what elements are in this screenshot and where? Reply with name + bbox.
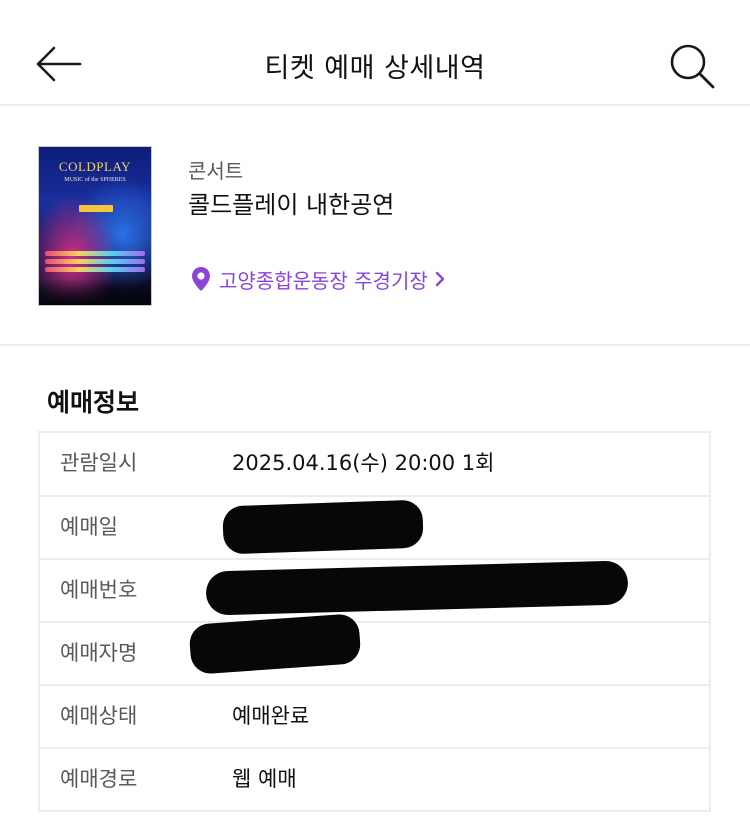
venue-name: 고양종합운동장 주경기장 bbox=[219, 268, 428, 293]
location-pin-icon bbox=[192, 267, 210, 291]
search-button[interactable] bbox=[666, 40, 718, 92]
redaction-mark bbox=[222, 499, 424, 555]
info-row-booker-name: 예매자명 bbox=[40, 613, 709, 684]
info-row-booking-status: 예매상태 예매완료 bbox=[40, 684, 709, 747]
venue-link[interactable]: 고양종합운동장 주경기장 bbox=[191, 264, 446, 294]
event-title: 콜드플레이 내한공연 bbox=[188, 191, 395, 219]
redaction-mark bbox=[188, 613, 362, 675]
row-label: 예매일 bbox=[60, 515, 118, 539]
event-summary: COLDPLAY MUSIC of the SPHERES 콘서트 콜드플레이 … bbox=[0, 108, 750, 346]
section-title: 예매정보 bbox=[47, 388, 140, 417]
event-poster[interactable]: COLDPLAY MUSIC of the SPHERES bbox=[38, 146, 152, 306]
booking-info-table: 관람일시 2025.04.16(수) 20:00 1회 예매일 예매번호 예매자… bbox=[38, 431, 711, 812]
info-row-booking-date: 예매일 bbox=[40, 495, 709, 558]
row-label: 예매상태 bbox=[60, 704, 138, 728]
poster-band bbox=[45, 251, 145, 256]
row-label: 예매경로 bbox=[60, 767, 138, 791]
search-icon bbox=[670, 44, 715, 89]
event-category: 콘서트 bbox=[188, 159, 244, 183]
top-bar: 티켓 예매 상세내역 bbox=[0, 0, 750, 106]
row-label: 예매자명 bbox=[60, 641, 138, 665]
chevron-right-icon bbox=[435, 271, 444, 287]
row-value: 예매완료 bbox=[232, 704, 310, 728]
info-row-viewing-datetime: 관람일시 2025.04.16(수) 20:00 1회 bbox=[40, 433, 709, 495]
row-label: 예매번호 bbox=[60, 578, 138, 602]
poster-date-badge bbox=[79, 205, 113, 212]
page-title: 티켓 예매 상세내역 bbox=[264, 53, 486, 84]
row-value: 2025.04.16(수) 20:00 1회 bbox=[232, 451, 495, 475]
poster-band bbox=[45, 267, 145, 272]
row-label: 관람일시 bbox=[60, 451, 138, 475]
info-row-booking-channel: 예매경로 웹 예매 bbox=[40, 747, 709, 810]
poster-subtitle: MUSIC of the SPHERES bbox=[64, 177, 126, 183]
row-value: 웹 예매 bbox=[232, 767, 297, 791]
poster-band bbox=[45, 259, 145, 264]
poster-title: COLDPLAY bbox=[58, 159, 132, 174]
poster-crowd bbox=[39, 279, 151, 305]
redaction-mark bbox=[205, 560, 629, 616]
info-row-booking-number: 예매번호 bbox=[40, 558, 709, 621]
